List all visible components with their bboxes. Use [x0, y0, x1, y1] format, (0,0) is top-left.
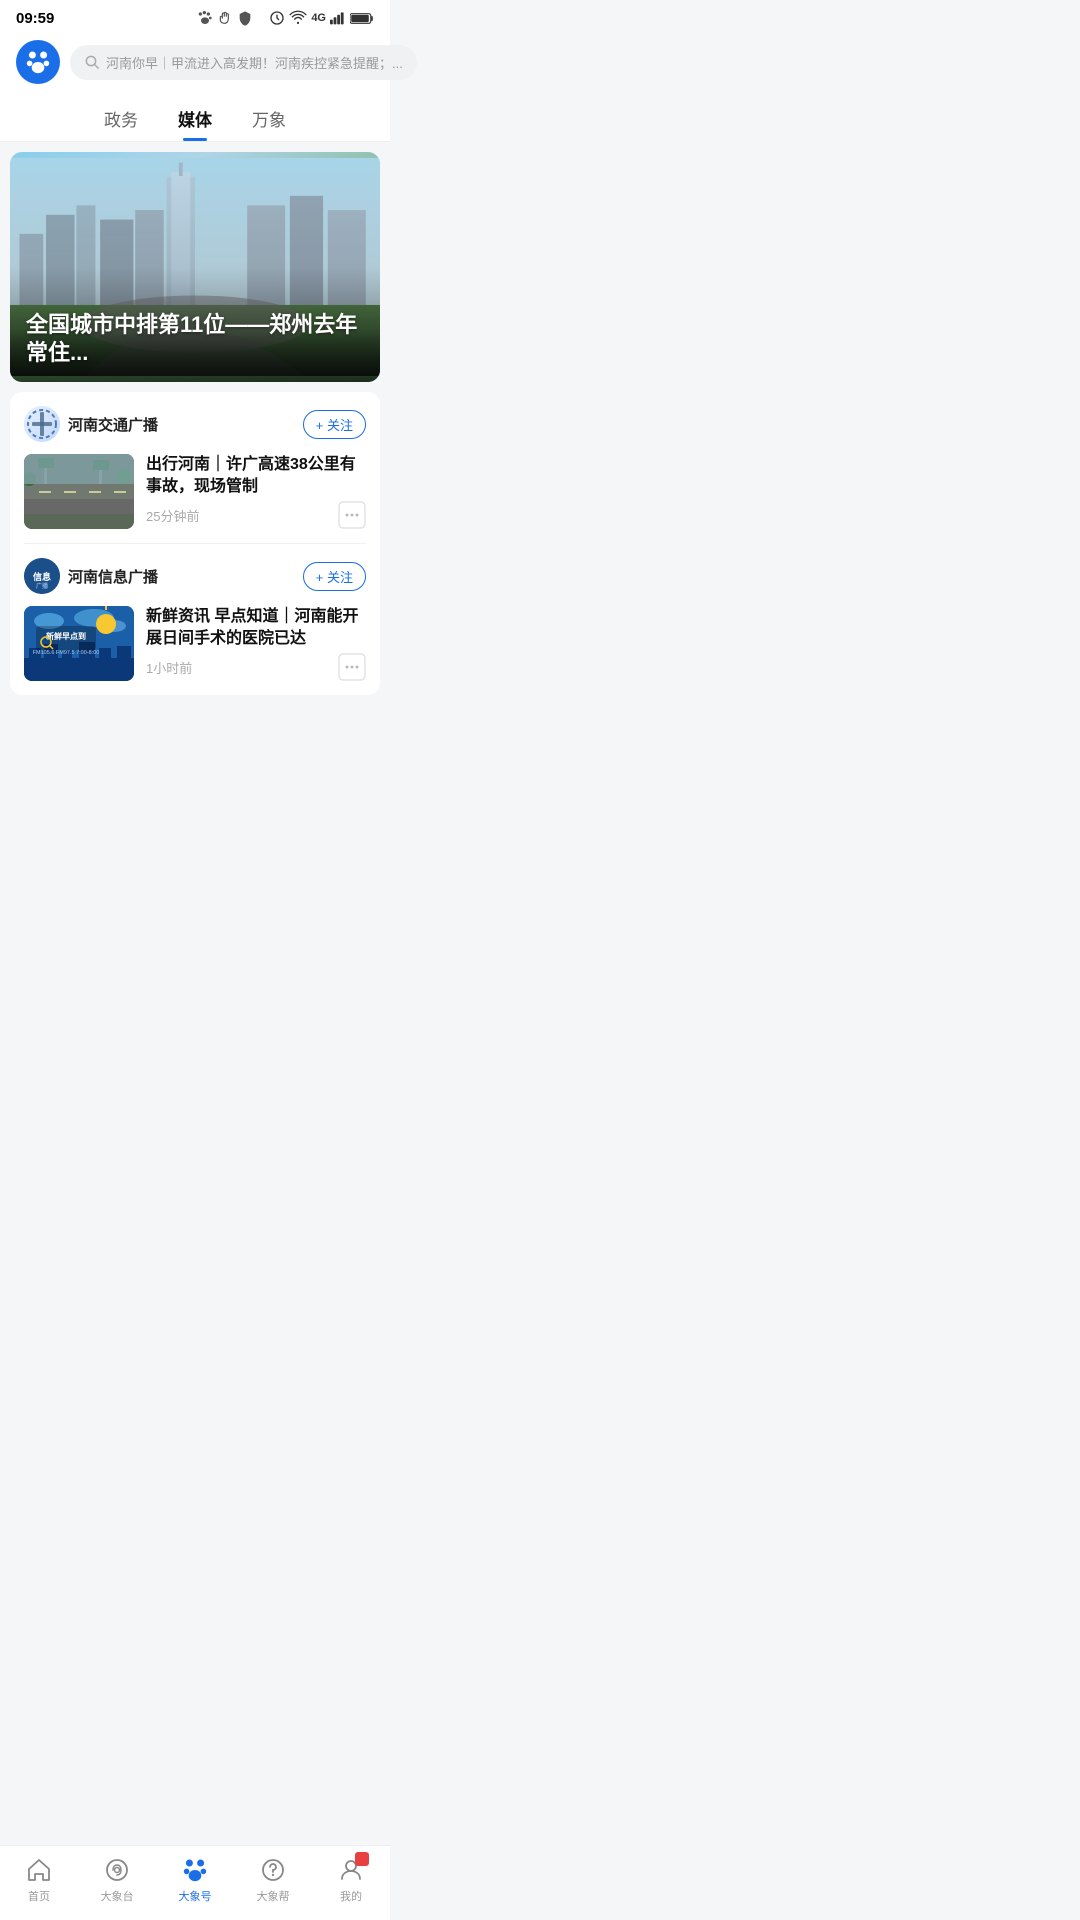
media-header-1: 河南交通广播 + 关注 — [24, 406, 366, 442]
svg-text:FM105.6 FM97.5 7:00-8:00: FM105.6 FM97.5 7:00-8:00 — [33, 650, 100, 656]
nav-daoxiangtai[interactable]: 大象台 — [87, 1856, 147, 1904]
hero-overlay: 全国城市中排第11位——郑州去年常住... — [10, 295, 380, 382]
timer-icon — [269, 10, 285, 26]
nav-daoxianghao-label: 大象号 — [179, 1888, 212, 1904]
signal-icon — [330, 11, 346, 25]
media-name-traffic: 河南交通广播 — [68, 414, 158, 435]
nav-mine-icon — [337, 1856, 365, 1884]
more-icon-radio[interactable] — [338, 653, 366, 681]
svg-text:广播: 广播 — [36, 582, 49, 590]
news-title-radio: 新鲜资讯 早点知道｜河南能开展日间手术的医院已达 — [146, 606, 366, 651]
news-thumb-radio: 新鲜早点到 FM105.6 FM97.5 7:00-8:00 — [24, 606, 134, 681]
battery-icon — [350, 12, 374, 25]
news-content-radio: 新鲜资讯 早点知道｜河南能开展日间手术的医院已达 1小时前 — [146, 606, 366, 681]
nav-daoxiangbang[interactable]: 大象帮 — [243, 1856, 303, 1904]
follow-btn-radio[interactable]: + 关注 — [303, 562, 366, 591]
media-card-2: 信息 广播 河南信息广播 + 关注 — [10, 544, 380, 695]
status-time: 09:59 — [16, 10, 54, 27]
hand-status-icon — [217, 10, 233, 26]
media-name-radio: 河南信息广播 — [68, 566, 158, 587]
news-time-traffic: 25分钟前 — [146, 506, 199, 525]
tab-zhengwu[interactable]: 政务 — [104, 106, 138, 141]
news-content-traffic: 出行河南｜许广高速38公里有事故，现场管制 25分钟前 — [146, 454, 366, 529]
news-meta-traffic: 25分钟前 — [146, 501, 366, 529]
search-bar[interactable]: 河南你早｜甲流进入高发期！河南疾控紧急提醒；... — [70, 45, 417, 80]
news-thumb-traffic — [24, 454, 134, 529]
nav-daoxianghao-icon — [181, 1856, 209, 1884]
avatar-radio[interactable]: 信息 广播 — [24, 558, 60, 594]
mine-badge — [355, 1852, 369, 1866]
news-item-radio[interactable]: 新鲜早点到 FM105.6 FM97.5 7:00-8:00 新鲜资讯 早点知道… — [24, 606, 366, 695]
logo-icon — [24, 48, 52, 76]
media-info-2: 信息 广播 河南信息广播 — [24, 558, 158, 594]
news-time-radio: 1小时前 — [146, 658, 192, 677]
nav-home-label: 首页 — [28, 1888, 50, 1904]
media-card-1: 河南交通广播 + 关注 — [10, 392, 380, 543]
shield-status-icon — [237, 10, 253, 26]
tab-meiti[interactable]: 媒体 — [178, 106, 212, 141]
svg-text:新鲜早点到: 新鲜早点到 — [46, 631, 86, 641]
nav-daoxiangtai-label: 大象台 — [101, 1888, 134, 1904]
tab-navigation: 政务 媒体 万象 — [0, 96, 390, 142]
nav-mine[interactable]: 我的 — [321, 1856, 381, 1904]
status-icons: 4G — [197, 10, 374, 26]
feed-container: 河南交通广播 + 关注 — [10, 392, 380, 695]
more-icon-traffic[interactable] — [338, 501, 366, 529]
header: 河南你早｜甲流进入高发期！河南疾控紧急提醒；... — [0, 32, 390, 96]
tab-wanxiang[interactable]: 万象 — [252, 106, 286, 141]
paw-status-icon — [197, 10, 213, 26]
news-meta-radio: 1小时前 — [146, 653, 366, 681]
nav-mine-label: 我的 — [340, 1888, 362, 1904]
network-type: 4G — [311, 12, 326, 24]
news-item-traffic[interactable]: 出行河南｜许广高速38公里有事故，现场管制 25分钟前 — [24, 454, 366, 543]
app-logo[interactable] — [16, 40, 60, 84]
bottom-spacer — [0, 695, 390, 775]
bottom-navigation: 首页 大象台 大象号 — [0, 1845, 390, 1920]
media-info-1: 河南交通广播 — [24, 406, 158, 442]
hero-title: 全国城市中排第11位——郑州去年常住... — [26, 311, 364, 368]
media-header-2: 信息 广播 河南信息广播 + 关注 — [24, 558, 366, 594]
nav-daoxiangtai-icon — [103, 1856, 131, 1884]
follow-btn-traffic[interactable]: + 关注 — [303, 410, 366, 439]
svg-text:信息: 信息 — [33, 571, 51, 582]
search-placeholder: 河南你早｜甲流进入高发期！河南疾控紧急提醒；... — [106, 53, 403, 72]
hero-banner[interactable]: 全国城市中排第11位——郑州去年常住... — [10, 152, 380, 382]
search-icon — [84, 54, 100, 70]
wifi-icon — [289, 10, 307, 26]
nav-daoxianghao[interactable]: 大象号 — [165, 1856, 225, 1904]
avatar-traffic[interactable] — [24, 406, 60, 442]
nav-home[interactable]: 首页 — [9, 1856, 69, 1904]
nav-daoxiangbang-label: 大象帮 — [257, 1888, 290, 1904]
nav-home-icon — [25, 1856, 53, 1884]
status-bar: 09:59 4G — [0, 0, 390, 32]
news-title-traffic: 出行河南｜许广高速38公里有事故，现场管制 — [146, 454, 366, 499]
nav-daoxiangbang-icon — [259, 1856, 287, 1884]
